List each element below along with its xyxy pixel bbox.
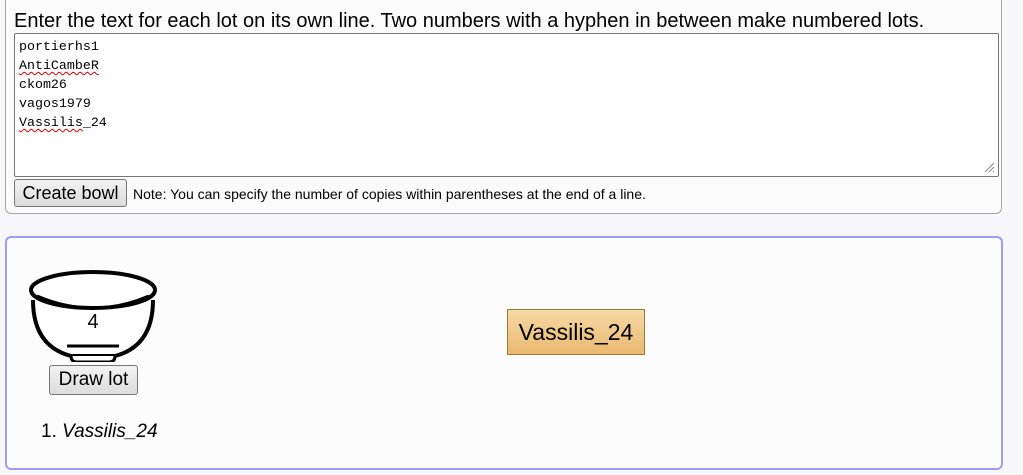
- lot-entry-panel: Enter the text for each lot on its own l…: [5, 0, 1002, 214]
- spellcheck-word: AntiCambeR: [19, 58, 99, 73]
- lot-line: ckom26: [19, 77, 67, 92]
- lot-line: Vassilis_24: [19, 113, 994, 132]
- lots-textarea[interactable]: portierhs1 AntiCambeR ckom26 vagos1979 V…: [14, 33, 999, 177]
- lot-line-suffix: _24: [82, 115, 107, 130]
- list-item: 1. Vassilis_24: [41, 421, 158, 443]
- list-item-value: Vassilis_24: [62, 421, 158, 442]
- create-bowl-button[interactable]: Create bowl: [14, 179, 127, 207]
- list-item-number: 1.: [41, 421, 57, 442]
- lot-line: vagos1979: [19, 96, 91, 111]
- copies-note: Note: You can specify the number of copi…: [133, 186, 646, 202]
- lot-line: portierhs1: [19, 39, 99, 54]
- spellcheck-word: Vassilis: [19, 115, 83, 130]
- bowl-panel: 4 Draw lot Vassilis_24 1. Vassilis_24: [5, 236, 1003, 470]
- resize-grip-icon[interactable]: [983, 161, 995, 173]
- drawn-lots-list: 1. Vassilis_24: [41, 421, 158, 443]
- drawn-lot-card: Vassilis_24: [507, 309, 645, 355]
- instruction-text: Enter the text for each lot on its own l…: [14, 10, 925, 32]
- bowl-lot-count: 4: [87, 311, 99, 333]
- draw-lot-button[interactable]: Draw lot: [49, 365, 138, 395]
- lot-line: AntiCambeR: [19, 56, 994, 75]
